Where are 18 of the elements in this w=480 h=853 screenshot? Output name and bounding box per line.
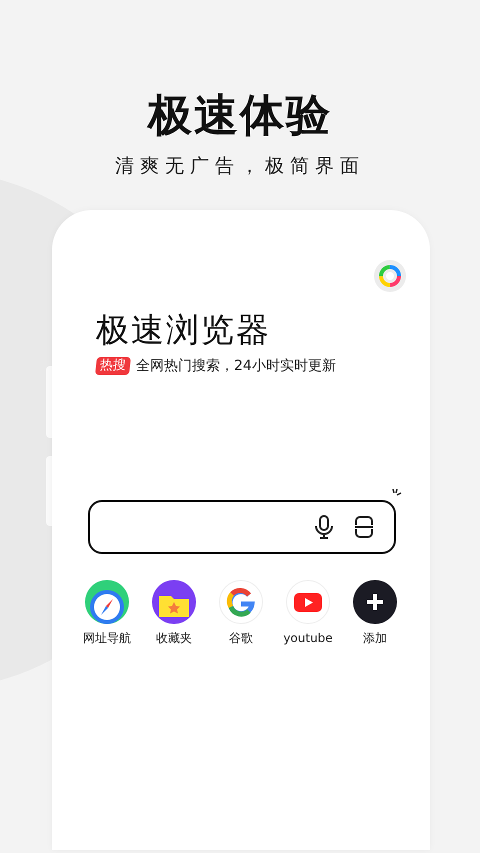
shortcut-item[interactable]: 谷歌	[210, 580, 272, 646]
shortcut-item[interactable]: 网址导航	[76, 580, 138, 646]
shortcut-item[interactable]: youtube	[277, 580, 339, 646]
google-g-icon	[219, 580, 263, 624]
headline: 极速体验	[148, 89, 332, 143]
browser-title: 极速浏览器	[96, 309, 272, 351]
hot-badge: 热搜	[95, 357, 131, 375]
shortcut-item[interactable]: 添加	[344, 580, 406, 646]
plus-icon	[353, 580, 397, 624]
search-field[interactable]	[88, 500, 396, 554]
swirl-logo-icon	[374, 260, 406, 292]
compass-icon	[85, 580, 129, 624]
hot-search-text: 全网热门搜索，24小时实时更新	[136, 357, 336, 376]
tagline: 清爽无广告，极简界面	[115, 154, 365, 179]
video-play-icon	[286, 580, 330, 624]
microphone-icon[interactable]	[314, 515, 334, 539]
shortcut-item[interactable]: 收藏夹	[143, 580, 205, 646]
scan-icon[interactable]	[354, 516, 374, 538]
